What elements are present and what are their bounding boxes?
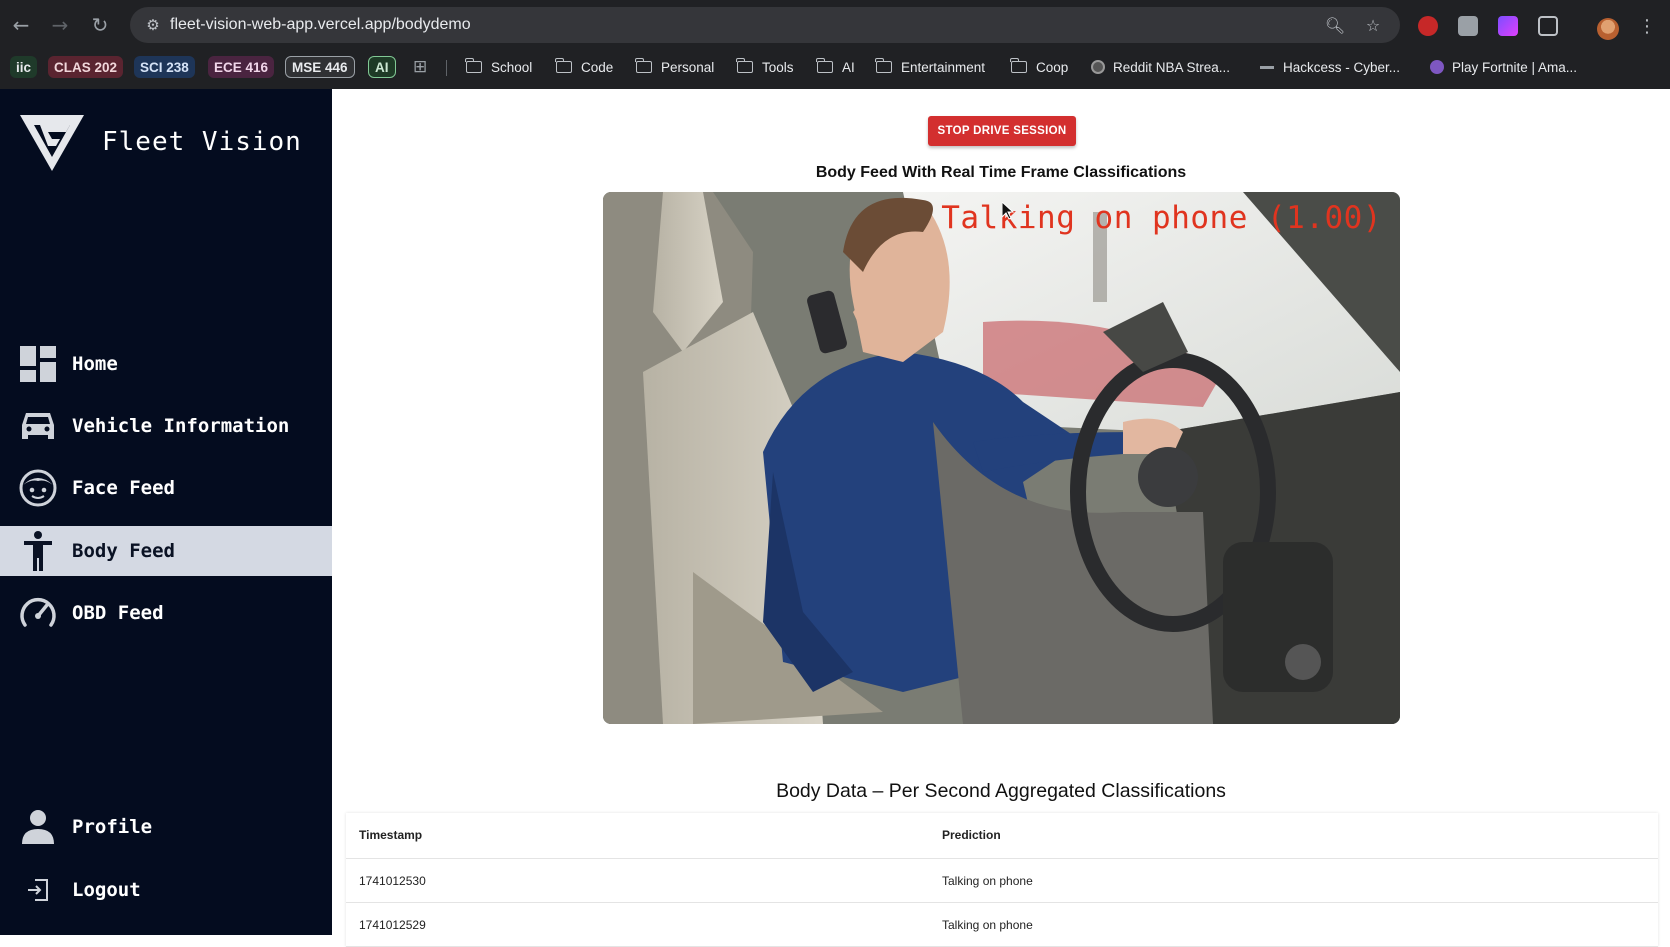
sidebar: Fleet Vision Home Vehicle Information Fa…: [0, 89, 332, 935]
forward-icon[interactable]: →: [47, 12, 73, 38]
table-row: 1741012530 Talking on phone: [346, 859, 1658, 903]
timestamp-cell: 1741012530: [359, 874, 426, 888]
sidebar-item-face-feed[interactable]: Face Feed: [0, 463, 332, 513]
back-icon[interactable]: ←: [8, 12, 34, 38]
reload-icon[interactable]: ↻: [87, 12, 113, 38]
site-settings-icon[interactable]: ⚙: [142, 14, 164, 36]
timestamp-cell: 1741012529: [359, 918, 426, 932]
bookmark-pill-ece416[interactable]: ECE 416: [208, 56, 275, 78]
browser-toolbar: ← → ↻ ⚙ fleet-vision-web-app.vercel.app/…: [0, 6, 1670, 44]
folder-icon: [555, 58, 572, 73]
sidebar-item-home[interactable]: Home: [0, 339, 332, 389]
sidebar-item-label: OBD Feed: [72, 602, 164, 624]
bookmark-label: Personal: [661, 59, 715, 75]
bookmark-pill-mse446[interactable]: MSE 446: [285, 56, 355, 78]
url-text[interactable]: fleet-vision-web-app.vercel.app/bodydemo: [170, 16, 471, 34]
apps-grid-icon[interactable]: ⊞: [413, 56, 427, 78]
hackcess-favicon-icon: [1260, 65, 1274, 69]
bookmark-label: Entertainment: [901, 59, 986, 75]
folder-icon: [465, 58, 482, 73]
body-data-title: Body Data – Per Second Aggregated Classi…: [776, 780, 1226, 802]
column-header-prediction[interactable]: Prediction: [942, 828, 1001, 842]
sidebar-item-vehicle-information[interactable]: Vehicle Information: [0, 401, 332, 451]
extension-red-icon[interactable]: [1418, 16, 1438, 36]
sidebar-item-label: Vehicle Information: [72, 415, 290, 437]
bookmark-label: Reddit NBA Strea...: [1113, 59, 1231, 75]
bookmark-link-fortnite[interactable]: Play Fortnite | Ama...: [1430, 56, 1577, 78]
sidebar-item-label: Body Feed: [72, 540, 175, 562]
bookmark-link-hackcess[interactable]: Hackcess - Cyber...: [1260, 56, 1400, 78]
bookmark-star-icon[interactable]: ☆: [1362, 14, 1384, 36]
bookmark-pill-clas202[interactable]: CLAS 202: [48, 56, 124, 78]
zoom-icon[interactable]: 🔍︎: [1324, 14, 1346, 36]
bookmark-label: Hackcess - Cyber...: [1283, 59, 1401, 75]
sidebar-item-label: Profile: [72, 816, 153, 838]
body-video-feed: Talking on phone (1.00): [603, 192, 1400, 724]
brand-logo[interactable]: Fleet Vision: [18, 111, 302, 173]
folder-icon: [635, 58, 652, 73]
sidebar-item-profile[interactable]: Profile: [0, 802, 332, 852]
classification-table: Timestamp Prediction 1741012530 Talking …: [346, 813, 1658, 947]
bookmark-folder-school[interactable]: School: [465, 56, 533, 78]
bookmark-label: Tools: [762, 59, 794, 75]
bookmark-folder-code[interactable]: Code: [555, 56, 614, 78]
fleet-vision-logo-icon: [20, 115, 84, 171]
address-bar[interactable]: ⚙ fleet-vision-web-app.vercel.app/bodyde…: [130, 7, 1400, 43]
bookmark-link-reddit[interactable]: Reddit NBA Strea...: [1091, 56, 1230, 78]
profile-icon: [18, 807, 58, 847]
table-header-row: Timestamp Prediction: [346, 813, 1658, 859]
stop-drive-session-button[interactable]: STOP DRIVE SESSION: [928, 116, 1076, 146]
extension-purple-icon[interactable]: [1498, 16, 1518, 36]
bookmark-label: Code: [581, 59, 614, 75]
bookmark-folder-coop[interactable]: Coop: [1010, 56, 1069, 78]
bookmark-folder-personal[interactable]: Personal: [635, 56, 715, 78]
bookmark-label: Coop: [1036, 59, 1069, 75]
car-icon: [18, 406, 58, 446]
table-row: 1741012529 Talking on phone: [346, 903, 1658, 947]
sidebar-item-label: Logout: [72, 879, 141, 901]
feed-title: Body Feed With Real Time Frame Classific…: [815, 164, 1187, 181]
browser-profile-avatar[interactable]: [1597, 18, 1619, 40]
sidebar-item-label: Face Feed: [72, 477, 175, 499]
reddit-favicon-icon: [1091, 60, 1105, 74]
folder-icon: [1010, 58, 1027, 73]
extension-grey-icon[interactable]: [1458, 16, 1478, 36]
folder-icon: [875, 58, 892, 73]
sidebar-item-logout[interactable]: Logout: [0, 865, 332, 915]
folder-icon: [816, 58, 833, 73]
sidebar-item-body-feed[interactable]: Body Feed: [0, 526, 332, 576]
folder-icon: [736, 58, 753, 73]
bookmarks-bar: iic CLAS 202 SCI 238 ECE 416 MSE 446 AI …: [0, 52, 1670, 80]
main-content: STOP DRIVE SESSION Body Feed With Real T…: [332, 89, 1670, 947]
logout-icon: [18, 870, 58, 910]
bookmark-pill-ai[interactable]: AI: [368, 56, 396, 78]
fortnite-favicon-icon: [1430, 60, 1444, 74]
sidebar-item-obd-feed[interactable]: OBD Feed: [0, 588, 332, 638]
browser-chrome: ← → ↻ ⚙ fleet-vision-web-app.vercel.app/…: [0, 0, 1670, 89]
bookmark-pill-iic[interactable]: iic: [10, 56, 38, 78]
sidebar-item-label: Home: [72, 353, 118, 375]
bookmark-folder-entertainment[interactable]: Entertainment: [875, 56, 986, 78]
bookmark-label: AI: [842, 59, 855, 75]
extensions-puzzle-icon[interactable]: [1538, 16, 1558, 36]
speedometer-icon: [18, 593, 58, 633]
face-icon: [18, 468, 58, 508]
person-icon: [18, 531, 58, 571]
browser-menu-icon[interactable]: ⋮: [1638, 16, 1656, 37]
mouse-cursor-icon: [1002, 202, 1014, 220]
prediction-cell: Talking on phone: [942, 918, 1033, 932]
bookmark-divider: [446, 60, 447, 76]
bookmark-label: School: [491, 59, 533, 75]
column-header-timestamp[interactable]: Timestamp: [359, 828, 422, 842]
bookmark-label: Play Fortnite | Ama...: [1452, 59, 1578, 75]
bookmark-pill-sci238[interactable]: SCI 238: [134, 56, 195, 78]
bookmark-folder-ai[interactable]: AI: [816, 56, 855, 78]
brand-name: Fleet Vision: [102, 127, 302, 157]
bookmark-folder-tools[interactable]: Tools: [736, 56, 794, 78]
prediction-cell: Talking on phone: [942, 874, 1033, 888]
dashboard-icon: [18, 344, 58, 384]
driver-camera-frame: [603, 192, 1400, 724]
